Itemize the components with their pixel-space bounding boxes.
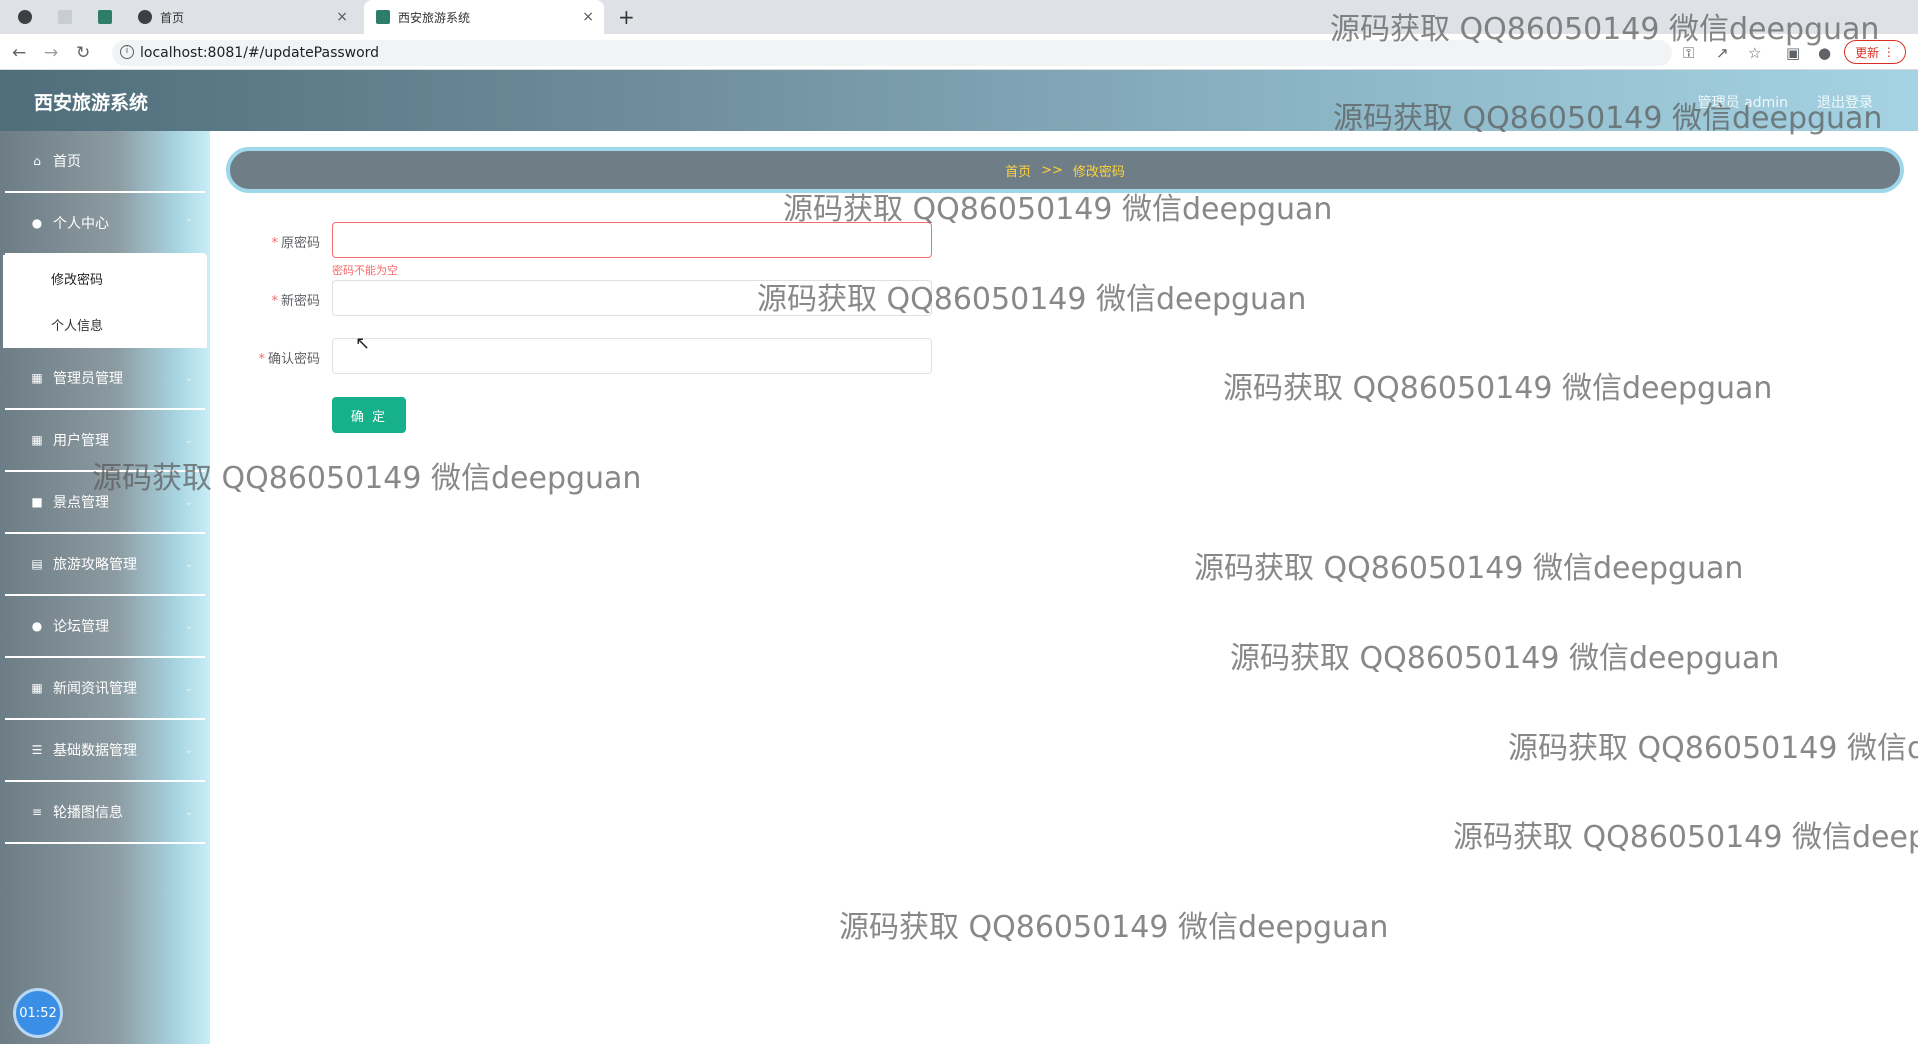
sidebar-item-admin-management[interactable]: ▦ 管理员管理 ⌄ [5, 348, 205, 410]
watermark: 源码获取 QQ86050149 微信deepguan [757, 282, 1307, 317]
tab-title: 首页 [160, 10, 185, 25]
tab-home[interactable]: 首页 × [128, 0, 358, 34]
breadcrumb-home[interactable]: 首页 [1005, 161, 1031, 180]
sidebar-item-personal-center[interactable]: ● 个人中心 ⌃ [5, 193, 205, 255]
menu-icon: ≡ [31, 805, 43, 819]
clock-badge: 01:52 [13, 988, 63, 1038]
confirm-password-label: * 确认密码 [258, 352, 320, 367]
watermark: 源码获取 QQ86050149 微信deepguan [1333, 101, 1883, 136]
chevron-down-icon: ⌄ [184, 682, 193, 694]
chevron-down-icon: ⌄ [184, 806, 193, 818]
sidebar-item-label: 管理员管理 [53, 371, 123, 387]
grid-icon: ▦ [31, 681, 43, 695]
tab-title: 西安旅游系统 [398, 10, 471, 25]
grid-icon: ▦ [31, 433, 43, 447]
chevron-down-icon: ⌄ [184, 434, 193, 446]
sidebar-item-forum-management[interactable]: ● 论坛管理 ⌄ [5, 596, 205, 658]
chevron-down-icon: ⌄ [184, 372, 193, 384]
pinned-tab[interactable] [98, 0, 120, 34]
sidebar-item-label: 旅游攻略管理 [53, 557, 137, 573]
tab-active[interactable]: 西安旅游系统 × [364, 0, 604, 34]
watermark: 源码获取 QQ86050149 微信deepguan [1453, 820, 1918, 855]
new-tab-button[interactable]: + [618, 0, 635, 34]
watermark: 源码获取 QQ86050149 微信deepguan [1223, 371, 1773, 406]
chevron-down-icon: ⌄ [184, 744, 193, 756]
chevron-down-icon: ⌄ [184, 496, 193, 508]
chevron-down-icon: ⌄ [184, 620, 193, 632]
breadcrumb-separator: >> [1041, 162, 1063, 178]
sidebar-item-label: 轮播图信息 [53, 805, 123, 821]
home-icon: ⌂ [33, 154, 41, 168]
pinned-tab[interactable] [18, 0, 40, 34]
pinned-tab[interactable] [58, 0, 80, 34]
chevron-down-icon: ⌄ [184, 558, 193, 570]
submenu-personal-center: 修改密码 个人信息 [3, 255, 207, 348]
watermark: 源码获取 QQ86050149 微信deepguan [92, 461, 642, 496]
user-icon: ● [31, 619, 43, 633]
sidebar-item-label: 新闻资讯管理 [53, 681, 137, 697]
user-icon: ● [31, 216, 43, 230]
mouse-cursor-icon: ↖ [355, 333, 371, 354]
submenu-item-profile[interactable]: 个人信息 [51, 315, 103, 334]
sidebar-item-label: 基础数据管理 [53, 743, 137, 759]
watermark: 源码获取 QQ86050149 微信deepguan [1194, 551, 1744, 586]
stack-icon: ☰ [31, 743, 43, 757]
watermark: 源码获取 QQ86050149 微信deepguan [783, 192, 1333, 227]
close-tab-icon[interactable]: × [582, 9, 594, 25]
comment-icon: ■ [31, 495, 43, 509]
vue-icon [376, 10, 390, 24]
sidebar-item-carousel[interactable]: ≡ 轮播图信息 ⌄ [5, 782, 205, 844]
breadcrumb-current: 修改密码 [1072, 164, 1125, 180]
error-message: 密码不能为空 [332, 264, 398, 277]
document-icon: ▤ [31, 557, 43, 571]
watermark: 源码获取 QQ86050149 微信deepguan [839, 910, 1389, 945]
new-password-label: * 新密码 [271, 294, 320, 309]
sidebar-item-label: 用户管理 [53, 433, 109, 449]
info-icon[interactable]: i [120, 45, 134, 59]
globe-icon [18, 10, 32, 24]
page-icon [58, 10, 72, 24]
watermark: 源码获取 QQ86050149 微信deepguan [1230, 641, 1780, 676]
sidebar-item-guide-management[interactable]: ▤ 旅游攻略管理 ⌄ [5, 534, 205, 596]
back-icon[interactable]: ← [12, 43, 26, 63]
sidebar-item-home[interactable]: ⌂ 首页 [5, 131, 205, 193]
url-text: localhost:8081/#/updatePassword [140, 45, 380, 61]
sidebar-item-basic-data[interactable]: ☰ 基础数据管理 ⌄ [5, 720, 205, 782]
watermark: 源码获取 QQ86050149 微信deepguan [1508, 731, 1918, 766]
submenu-item-change-password[interactable]: 修改密码 [51, 269, 103, 288]
sidebar-item-label: 个人中心 [53, 216, 109, 232]
old-password-label: * 原密码 [271, 236, 320, 251]
app-title: 西安旅游系统 [34, 92, 149, 114]
sidebar-item-label: 论坛管理 [53, 619, 109, 635]
reload-icon[interactable]: ↻ [76, 43, 90, 63]
sidebar-item-news-management[interactable]: ▦ 新闻资讯管理 ⌄ [5, 658, 205, 720]
forward-icon[interactable]: → [44, 43, 58, 63]
submit-button[interactable]: 确 定 [332, 397, 406, 433]
vue-icon [98, 10, 112, 24]
globe-icon [138, 10, 152, 24]
sidebar-item-label: 首页 [53, 154, 81, 170]
watermark: 源码获取 QQ86050149 微信deepguan [1330, 12, 1880, 47]
grid-icon: ▦ [31, 371, 43, 385]
chevron-up-icon: ⌃ [184, 217, 193, 229]
confirm-password-input[interactable] [332, 338, 932, 374]
sidebar: ⌂ 首页 ● 个人中心 ⌃ 修改密码 个人信息 ▦ 管理员管理 ⌄ ▦ 用户管理… [0, 131, 210, 1044]
close-tab-icon[interactable]: × [336, 9, 348, 25]
